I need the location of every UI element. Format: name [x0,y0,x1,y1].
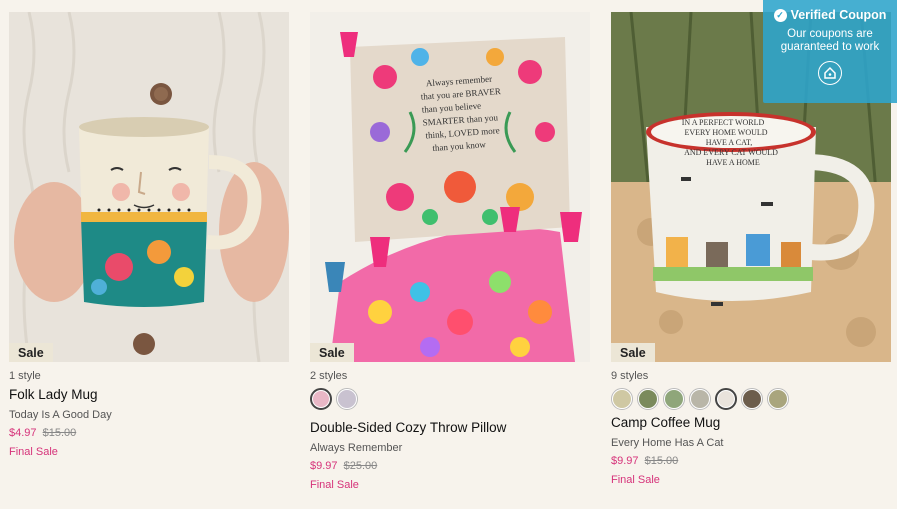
sale-price: $9.97 [611,455,639,467]
style-swatch[interactable] [741,388,763,410]
original-price: $15.00 [42,427,77,439]
check-icon: ✓ [773,8,787,22]
product-subtitle: Always Remember [310,442,403,454]
price: $9.97 $15.00 [611,455,891,467]
styles-count: 1 style [9,370,41,382]
product-name[interactable]: Camp Coffee Mug [611,415,891,430]
svg-text:AND EVERY CAT WOULD: AND EVERY CAT WOULD [684,148,778,157]
coupon-message: Our coupons are guaranteed to work [780,28,880,53]
style-swatch[interactable] [611,388,633,410]
original-price: $15.00 [644,455,679,467]
style-swatches [611,388,891,410]
original-price: $25.00 [343,460,378,472]
svg-text:HAVE A CAT,: HAVE A CAT, [706,138,753,147]
styles-count: 2 styles [310,370,348,382]
style-swatch[interactable] [715,388,737,410]
sale-badge: Sale [9,343,53,362]
style-swatch[interactable] [637,388,659,410]
final-sale-label: Final Sale [9,446,58,458]
price: $4.97 $15.00 [9,427,289,439]
sale-price: $9.97 [310,460,338,472]
style-swatch[interactable] [767,388,789,410]
final-sale-label: Final Sale [611,474,660,486]
folk-lady-mug-image [9,12,289,362]
product-card-throw-pillow[interactable]: Always remember that you are BRAVER than… [310,12,590,491]
product-subtitle: Every Home Has A Cat [611,437,724,449]
svg-text:HAVE A HOME: HAVE A HOME [706,158,760,167]
coupon-title: ✓ Verified Coupon [763,8,897,22]
styles-count: 9 styles [611,370,649,382]
product-name[interactable]: Folk Lady Mug [9,387,289,402]
product-card-folk-lady-mug[interactable]: Sale 1 style Folk Lady Mug Today Is A Go… [9,12,289,458]
product-grid: Sale 1 style Folk Lady Mug Today Is A Go… [0,0,897,509]
style-swatch[interactable] [689,388,711,410]
svg-text:IN A PERFECT WORLD: IN A PERFECT WORLD [682,118,765,127]
floral-pillow-image: Always remember that you are BRAVER than… [310,12,590,362]
sale-badge: Sale [310,343,354,362]
final-sale-label: Final Sale [310,479,359,491]
sale-badge: Sale [611,343,655,362]
sale-price: $4.97 [9,427,37,439]
product-subtitle: Today Is A Good Day [9,409,112,421]
home-tag-icon[interactable] [818,61,842,85]
style-swatch[interactable] [663,388,685,410]
style-swatches [310,388,590,410]
style-swatch[interactable] [336,388,358,410]
style-swatch[interactable] [310,388,332,410]
svg-text:EVERY HOME WOULD: EVERY HOME WOULD [684,128,767,137]
product-image[interactable]: Always remember that you are BRAVER than… [310,12,590,362]
product-image[interactable]: Sale [9,12,289,362]
price: $9.97 $25.00 [310,460,590,472]
verified-coupon-badge[interactable]: ✓ Verified Coupon Our coupons are guaran… [763,0,897,103]
product-name[interactable]: Double-Sided Cozy Throw Pillow [310,420,590,435]
